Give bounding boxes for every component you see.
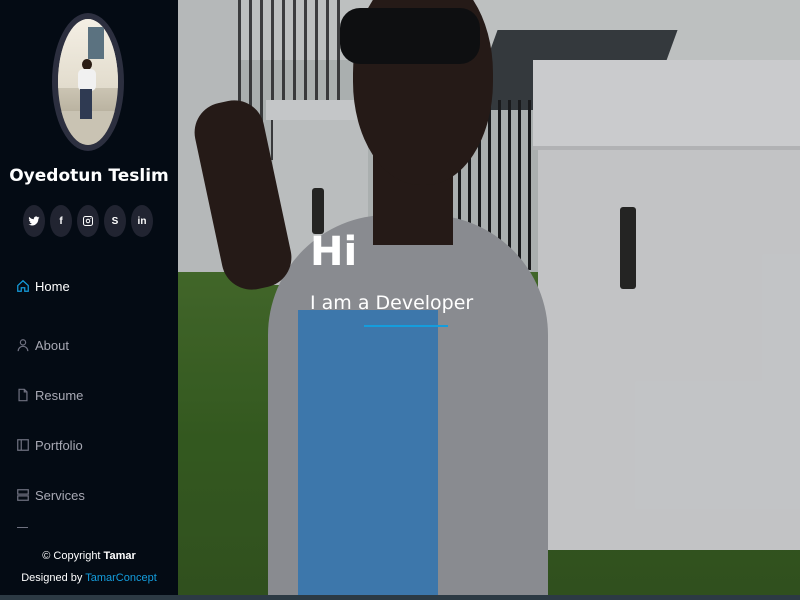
- nav-item-label: About: [35, 337, 69, 353]
- designer-link[interactable]: TamarConcept: [85, 572, 157, 584]
- nav-item-resume[interactable]: Resume: [0, 370, 178, 420]
- instagram-link[interactable]: [77, 205, 99, 237]
- linkedin-link[interactable]: in: [131, 205, 153, 237]
- profile-name[interactable]: Oyedotun Teslim: [0, 166, 178, 186]
- instagram-icon: [83, 216, 93, 226]
- nav-item-services[interactable]: Services: [0, 470, 178, 520]
- twitter-icon: [28, 216, 40, 226]
- profile-avatar: [52, 13, 124, 151]
- nav-item-about[interactable]: About: [0, 320, 178, 370]
- person-icon: [16, 337, 30, 353]
- file-icon: [16, 387, 30, 403]
- nav-item-label: Portfolio: [35, 437, 83, 453]
- typed-cursor-underline: [364, 325, 448, 327]
- nav-item-home[interactable]: Home: [0, 270, 178, 302]
- nav-item-portfolio[interactable]: Portfolio: [0, 420, 178, 470]
- hero-subtitle: I am a Developer: [310, 292, 474, 314]
- copyright-line: © Copyright Tamar: [0, 545, 178, 567]
- hero-text: Hi I am a Developer: [310, 226, 474, 327]
- copyright-prefix: © Copyright: [42, 550, 104, 562]
- hero-title: Hi: [310, 229, 358, 275]
- nav-item-label: Resume: [35, 387, 84, 403]
- skype-link[interactable]: S: [104, 205, 126, 237]
- copyright-name: Tamar: [103, 550, 136, 562]
- facebook-icon: f: [59, 215, 63, 227]
- nav-item-label: Home: [35, 278, 70, 294]
- main-nav: Home About Resume Portfolio Services: [0, 270, 178, 520]
- facebook-link[interactable]: f: [50, 205, 72, 237]
- social-links: f S in: [23, 205, 153, 237]
- home-icon: [16, 278, 30, 294]
- twitter-link[interactable]: [23, 205, 45, 237]
- book-icon: [16, 437, 30, 453]
- server-icon: [16, 487, 30, 503]
- page-bottom-edge: [0, 595, 800, 600]
- sidebar-footer: © Copyright Tamar Designed by TamarConce…: [0, 545, 178, 589]
- sidebar: Oyedotun Teslim f S in Home About Resume…: [0, 0, 178, 600]
- credits-line: Designed by TamarConcept: [0, 567, 178, 589]
- skype-icon: S: [111, 215, 119, 227]
- designed-by-prefix: Designed by: [21, 572, 86, 584]
- linkedin-icon: in: [137, 215, 147, 227]
- hero-section: Hi I am a Developer: [178, 0, 800, 595]
- nav-item-label: Services: [35, 487, 85, 503]
- nav-more-indicator: [17, 527, 28, 528]
